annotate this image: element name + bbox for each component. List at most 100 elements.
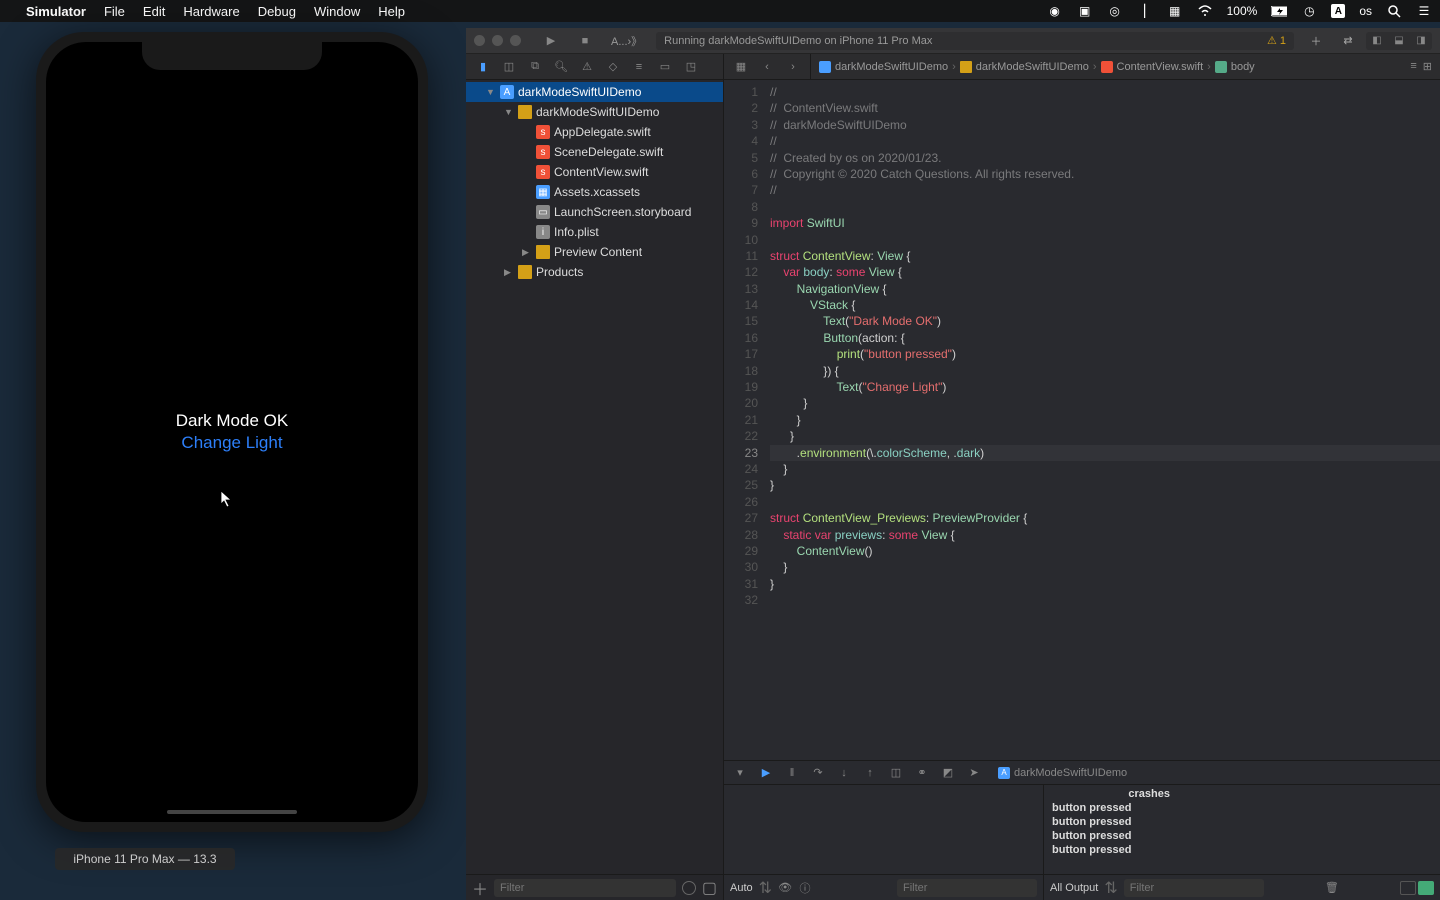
jump-bar[interactable]: darkModeSwiftUIDemo› darkModeSwiftUIDemo… xyxy=(811,61,1263,73)
trash-icon[interactable]: 🗑︎ xyxy=(1325,881,1339,894)
nav-file-launchscreen[interactable]: ▭LaunchScreen.storyboard xyxy=(466,202,723,222)
project-navigator-icon[interactable]: ▮ xyxy=(470,57,496,77)
user-name[interactable]: os xyxy=(1359,4,1372,18)
right-panel-icon[interactable]: ◨ xyxy=(1410,32,1432,50)
output-selector[interactable]: All Output xyxy=(1050,882,1098,894)
scheme-selector[interactable]: A...›》 xyxy=(605,33,648,49)
nav-project-root[interactable]: ▼AdarkModeSwiftUIDemo xyxy=(466,82,723,102)
back-icon[interactable]: ‹ xyxy=(754,57,780,77)
code-editor[interactable]: 1234567891011121314151617181920212223242… xyxy=(724,80,1440,760)
menu-file[interactable]: File xyxy=(104,4,125,19)
debug-area: ▾ ▶ ‖ ↷ ↓ ↑ ◫ ⚭ ◩ ➤ AdarkModeSwiftUIDemo xyxy=(724,760,1440,900)
step-into-icon[interactable]: ↓ xyxy=(836,767,852,779)
panel-toggle[interactable]: ◧⬓◨ xyxy=(1366,32,1432,50)
environment-overrides-icon[interactable]: ◩ xyxy=(940,766,956,779)
nav-file-scenedelegate[interactable]: sSceneDelegate.swift xyxy=(466,142,723,162)
pane-toggle[interactable] xyxy=(1400,881,1434,895)
nav-file-appdelegate[interactable]: sAppDelegate.swift xyxy=(466,122,723,142)
breakpoints-toggle-icon[interactable]: ▶ xyxy=(758,766,774,779)
divider-icon: ⎮ xyxy=(1137,3,1153,19)
input-source-icon[interactable]: A xyxy=(1331,4,1345,18)
control-center-icon[interactable]: ☰ xyxy=(1416,3,1432,19)
forward-icon[interactable]: › xyxy=(780,57,806,77)
scm-filter-icon[interactable]: ▢ xyxy=(702,878,717,898)
nav-file-contentview[interactable]: sContentView.swift xyxy=(466,162,723,182)
debug-footer: Auto⇅ 👁︎ ⓘ All Output⇅ 🗑︎ xyxy=(724,874,1440,900)
nav-file-assets[interactable]: ▦Assets.xcassets xyxy=(466,182,723,202)
nav-group[interactable]: ▼darkModeSwiftUIDemo xyxy=(466,102,723,122)
wifi-icon[interactable] xyxy=(1197,3,1213,19)
navigator-filter-input[interactable] xyxy=(494,879,676,897)
view-hierarchy-icon[interactable]: ◫ xyxy=(888,766,904,779)
menu-edit[interactable]: Edit xyxy=(143,4,165,19)
nav-preview-content[interactable]: ▶Preview Content xyxy=(466,242,723,262)
editor-options-icon[interactable]: ≡ xyxy=(1410,60,1416,73)
stop-button[interactable]: ■ xyxy=(571,32,599,50)
hide-debug-icon[interactable]: ▾ xyxy=(732,766,748,779)
memory-graph-icon[interactable]: ⚭ xyxy=(914,766,930,779)
code-area[interactable]: //// ContentView.swift// darkModeSwiftUI… xyxy=(766,80,1440,760)
add-target-icon[interactable]: ＋ xyxy=(472,876,488,900)
phone-change-light-button[interactable]: Change Light xyxy=(181,433,282,453)
menu-window[interactable]: Window xyxy=(314,4,360,19)
battery-icon[interactable] xyxy=(1271,3,1287,19)
search-icon[interactable] xyxy=(1386,3,1402,19)
run-button[interactable]: ▶ xyxy=(537,32,565,50)
info-icon[interactable]: ⓘ xyxy=(798,880,812,896)
line-gutter: 1234567891011121314151617181920212223242… xyxy=(724,80,766,760)
activity-status: Running darkModeSwiftUIDemo on iPhone 11… xyxy=(656,32,1294,50)
notch xyxy=(142,42,322,70)
version-editor-button[interactable]: ⇄ xyxy=(1334,32,1362,50)
screenshot-icon[interactable]: ▣ xyxy=(1077,3,1093,19)
xcode-titlebar: ▶ ■ A...›》 Running darkModeSwiftUIDemo o… xyxy=(466,28,1440,54)
phone-screen[interactable]: Dark Mode OK Change Light xyxy=(46,42,418,822)
simulator-label: iPhone 11 Pro Max — 13.3 xyxy=(55,848,235,870)
project-icon xyxy=(819,61,831,73)
related-items-icon[interactable]: ▦ xyxy=(728,57,754,77)
location-icon[interactable]: ➤ xyxy=(966,766,982,779)
symbol-navigator-icon[interactable]: ⧉ xyxy=(522,57,548,77)
debug-navigator-icon[interactable]: ≡ xyxy=(626,57,652,77)
record-icon[interactable]: ◉ xyxy=(1047,3,1063,19)
siri-icon[interactable]: ◎ xyxy=(1107,3,1123,19)
bottom-panel-icon[interactable]: ⬓ xyxy=(1388,32,1410,50)
nav-file-infoplist[interactable]: iInfo.plist xyxy=(466,222,723,242)
menu-help[interactable]: Help xyxy=(378,4,405,19)
variables-filter-input[interactable] xyxy=(897,879,1037,897)
console-output[interactable]: crashesbutton pressedbutton pressedbutto… xyxy=(1044,785,1440,874)
issue-navigator-icon[interactable]: ⚠ xyxy=(574,57,600,77)
macos-menubar: Simulator File Edit Hardware Debug Windo… xyxy=(0,0,1440,22)
menu-debug[interactable]: Debug xyxy=(258,4,296,19)
app-name[interactable]: Simulator xyxy=(26,4,86,19)
report-navigator-icon[interactable]: ◳ xyxy=(678,57,704,77)
recent-filter-icon[interactable] xyxy=(682,881,696,895)
project-navigator: ▼AdarkModeSwiftUIDemo ▼darkModeSwiftUIDe… xyxy=(466,80,724,900)
step-over-icon[interactable]: ↷ xyxy=(810,766,826,779)
console-filter-input[interactable] xyxy=(1124,879,1264,897)
phone-text-label: Dark Mode OK xyxy=(176,411,288,431)
pause-icon[interactable]: ‖ xyxy=(784,767,800,779)
source-control-icon[interactable]: ◫ xyxy=(496,57,522,77)
home-indicator[interactable] xyxy=(167,810,297,814)
traffic-lights[interactable] xyxy=(474,35,521,46)
debug-target[interactable]: darkModeSwiftUIDemo xyxy=(1014,767,1127,779)
step-out-icon[interactable]: ↑ xyxy=(862,767,878,779)
clock-outline-icon[interactable]: ◷ xyxy=(1301,3,1317,19)
nav-products[interactable]: ▶Products xyxy=(466,262,723,282)
test-navigator-icon[interactable]: ◇ xyxy=(600,57,626,77)
warning-badge[interactable]: ⚠ 1 xyxy=(1267,34,1286,47)
auto-selector[interactable]: Auto xyxy=(730,882,753,894)
swift-file-icon xyxy=(1101,61,1113,73)
variables-view[interactable] xyxy=(724,785,1044,874)
breakpoint-navigator-icon[interactable]: ▭ xyxy=(652,57,678,77)
eye-icon[interactable]: 👁︎ xyxy=(778,881,792,894)
menu-hardware[interactable]: Hardware xyxy=(183,4,239,19)
left-panel-icon[interactable]: ◧ xyxy=(1366,32,1388,50)
navigator-footer: ＋ ▢ xyxy=(466,874,723,900)
grid-icon[interactable]: ▦ xyxy=(1167,3,1183,19)
add-editor-icon[interactable]: ⊞ xyxy=(1423,60,1432,73)
property-icon xyxy=(1215,61,1227,73)
find-navigator-icon[interactable]: 🔍︎ xyxy=(548,57,574,77)
add-button[interactable]: ＋ xyxy=(1302,32,1330,50)
folder-icon xyxy=(960,61,972,73)
